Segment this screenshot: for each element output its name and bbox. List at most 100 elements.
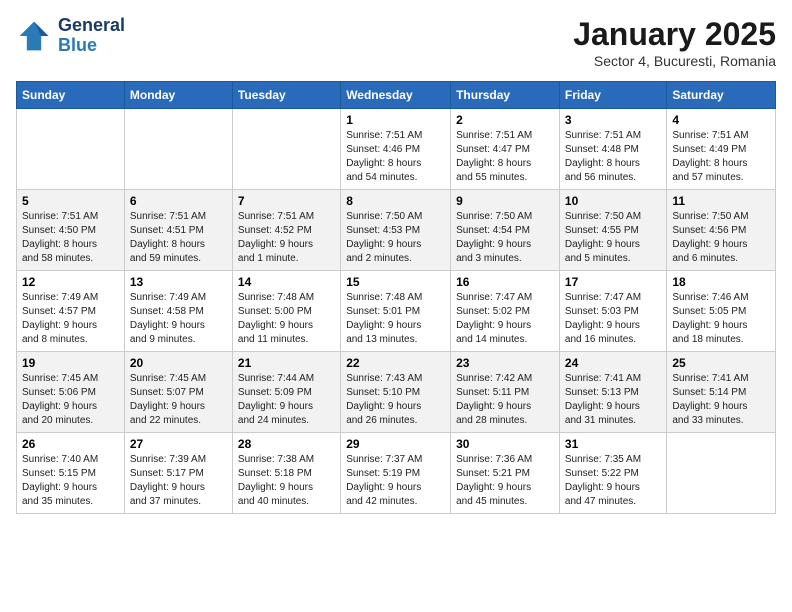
- day-number: 14: [238, 275, 335, 289]
- day-number: 16: [456, 275, 554, 289]
- day-number: 10: [565, 194, 661, 208]
- logo-text: General Blue: [58, 16, 125, 56]
- day-info: Sunrise: 7:42 AM Sunset: 5:11 PM Dayligh…: [456, 372, 554, 428]
- week-row-4: 19Sunrise: 7:45 AM Sunset: 5:06 PM Dayli…: [17, 352, 776, 433]
- calendar-cell: 19Sunrise: 7:45 AM Sunset: 5:06 PM Dayli…: [17, 352, 125, 433]
- day-number: 2: [456, 113, 554, 127]
- calendar-cell: 27 Sunrise: 7:39 AM Sunset: 5:17 PM Dayli…: [124, 433, 232, 514]
- day-number: 25: [672, 356, 770, 370]
- day-info: Sunrise: 7:35 AM Sunset: 5:22 PM Dayligh…: [565, 453, 661, 509]
- calendar-cell: 29 Sunrise: 7:37 AM Sunset: 5:19 PM Dayli…: [341, 433, 451, 514]
- calendar-cell: 5Sunrise: 7:51 AM Sunset: 4:50 PM Daylig…: [17, 190, 125, 271]
- calendar-cell: 3Sunrise: 7:51 AM Sunset: 4:48 PM Daylig…: [559, 109, 666, 190]
- day-info: Sunrise: 7:49 AM Sunset: 4:57 PM Dayligh…: [22, 291, 119, 347]
- calendar-cell: 18Sunrise: 7:46 AM Sunset: 5:05 PM Dayli…: [667, 271, 776, 352]
- day-number: 24: [565, 356, 661, 370]
- calendar-cell: [17, 109, 125, 190]
- weekday-header-sunday: Sunday: [17, 82, 125, 109]
- calendar-cell: 6 Sunrise: 7:51 AM Sunset: 4:51 PM Daylig…: [124, 190, 232, 271]
- calendar-cell: 20Sunrise: 7:45 AM Sunset: 5:07 PM Dayli…: [124, 352, 232, 433]
- day-info: Sunrise: 7:37 AM Sunset: 5:19 PM Dayligh…: [346, 453, 445, 509]
- day-number: 17: [565, 275, 661, 289]
- week-row-2: 5Sunrise: 7:51 AM Sunset: 4:50 PM Daylig…: [17, 190, 776, 271]
- day-number: 11: [672, 194, 770, 208]
- day-number: 23: [456, 356, 554, 370]
- week-row-1: 1 Sunrise: 7:51 AM Sunset: 4:46 PM Daylig…: [17, 109, 776, 190]
- calendar-cell: 1 Sunrise: 7:51 AM Sunset: 4:46 PM Daylig…: [341, 109, 451, 190]
- calendar-cell: 30 Sunrise: 7:36 AM Sunset: 5:21 PM Dayli…: [451, 433, 560, 514]
- day-info: Sunrise: 7:50 AM Sunset: 4:53 PM Dayligh…: [346, 210, 445, 266]
- logo-icon: [16, 18, 52, 54]
- calendar-cell: 2 Sunrise: 7:51 AM Sunset: 4:47 PM Daylig…: [451, 109, 560, 190]
- day-info: Sunrise: 7:50 AM Sunset: 4:56 PM Dayligh…: [672, 210, 770, 266]
- day-number: 22: [346, 356, 445, 370]
- day-number: 4: [672, 113, 770, 127]
- logo: General Blue: [16, 16, 125, 56]
- day-number: 27: [130, 437, 227, 451]
- day-number: 28: [238, 437, 335, 451]
- day-info: Sunrise: 7:41 AM Sunset: 5:14 PM Dayligh…: [672, 372, 770, 428]
- weekday-header-monday: Monday: [124, 82, 232, 109]
- calendar-cell: [124, 109, 232, 190]
- day-number: 7: [238, 194, 335, 208]
- day-number: 12: [22, 275, 119, 289]
- day-number: 19: [22, 356, 119, 370]
- calendar-cell: 21Sunrise: 7:44 AM Sunset: 5:09 PM Dayli…: [232, 352, 340, 433]
- calendar-cell: 25 Sunrise: 7:41 AM Sunset: 5:14 PM Dayli…: [667, 352, 776, 433]
- calendar-cell: [667, 433, 776, 514]
- weekday-header-saturday: Saturday: [667, 82, 776, 109]
- weekday-header-tuesday: Tuesday: [232, 82, 340, 109]
- day-info: Sunrise: 7:36 AM Sunset: 5:21 PM Dayligh…: [456, 453, 554, 509]
- day-info: Sunrise: 7:46 AM Sunset: 5:05 PM Dayligh…: [672, 291, 770, 347]
- calendar-cell: 4 Sunrise: 7:51 AM Sunset: 4:49 PM Daylig…: [667, 109, 776, 190]
- page-header: General Blue January 2025 Sector 4, Bucu…: [16, 16, 776, 69]
- calendar-cell: 10 Sunrise: 7:50 AM Sunset: 4:55 PM Dayli…: [559, 190, 666, 271]
- day-info: Sunrise: 7:51 AM Sunset: 4:51 PM Dayligh…: [130, 210, 227, 266]
- day-number: 20: [130, 356, 227, 370]
- calendar-cell: 13 Sunrise: 7:49 AM Sunset: 4:58 PM Dayli…: [124, 271, 232, 352]
- calendar-cell: 22 Sunrise: 7:43 AM Sunset: 5:10 PM Dayli…: [341, 352, 451, 433]
- calendar-cell: 8 Sunrise: 7:50 AM Sunset: 4:53 PM Daylig…: [341, 190, 451, 271]
- day-number: 13: [130, 275, 227, 289]
- title-block: January 2025 Sector 4, Bucuresti, Romani…: [573, 16, 776, 69]
- day-info: Sunrise: 7:50 AM Sunset: 4:55 PM Dayligh…: [565, 210, 661, 266]
- day-info: Sunrise: 7:51 AM Sunset: 4:47 PM Dayligh…: [456, 129, 554, 185]
- calendar-cell: 23 Sunrise: 7:42 AM Sunset: 5:11 PM Dayli…: [451, 352, 560, 433]
- week-row-3: 12 Sunrise: 7:49 AM Sunset: 4:57 PM Dayli…: [17, 271, 776, 352]
- calendar-cell: 17 Sunrise: 7:47 AM Sunset: 5:03 PM Dayli…: [559, 271, 666, 352]
- day-number: 15: [346, 275, 445, 289]
- calendar-cell: [232, 109, 340, 190]
- calendar-cell: 28Sunrise: 7:38 AM Sunset: 5:18 PM Dayli…: [232, 433, 340, 514]
- day-info: Sunrise: 7:47 AM Sunset: 5:02 PM Dayligh…: [456, 291, 554, 347]
- calendar-cell: 14 Sunrise: 7:48 AM Sunset: 5:00 PM Dayli…: [232, 271, 340, 352]
- day-number: 1: [346, 113, 445, 127]
- location: Sector 4, Bucuresti, Romania: [573, 53, 776, 69]
- day-info: Sunrise: 7:51 AM Sunset: 4:52 PM Dayligh…: [238, 210, 335, 266]
- day-info: Sunrise: 7:43 AM Sunset: 5:10 PM Dayligh…: [346, 372, 445, 428]
- day-number: 31: [565, 437, 661, 451]
- day-number: 9: [456, 194, 554, 208]
- day-info: Sunrise: 7:39 AM Sunset: 5:17 PM Dayligh…: [130, 453, 227, 509]
- weekday-header-row: SundayMondayTuesdayWednesdayThursdayFrid…: [17, 82, 776, 109]
- day-info: Sunrise: 7:48 AM Sunset: 5:01 PM Dayligh…: [346, 291, 445, 347]
- calendar-cell: 24 Sunrise: 7:41 AM Sunset: 5:13 PM Dayli…: [559, 352, 666, 433]
- day-info: Sunrise: 7:48 AM Sunset: 5:00 PM Dayligh…: [238, 291, 335, 347]
- day-number: 29: [346, 437, 445, 451]
- calendar-cell: 7 Sunrise: 7:51 AM Sunset: 4:52 PM Daylig…: [232, 190, 340, 271]
- calendar-cell: 12 Sunrise: 7:49 AM Sunset: 4:57 PM Dayli…: [17, 271, 125, 352]
- calendar-cell: 16 Sunrise: 7:47 AM Sunset: 5:02 PM Dayli…: [451, 271, 560, 352]
- day-info: Sunrise: 7:51 AM Sunset: 4:50 PM Dayligh…: [22, 210, 119, 266]
- day-info: Sunrise: 7:51 AM Sunset: 4:49 PM Dayligh…: [672, 129, 770, 185]
- day-number: 8: [346, 194, 445, 208]
- day-info: Sunrise: 7:47 AM Sunset: 5:03 PM Dayligh…: [565, 291, 661, 347]
- day-number: 21: [238, 356, 335, 370]
- day-number: 26: [22, 437, 119, 451]
- week-row-5: 26Sunrise: 7:40 AM Sunset: 5:15 PM Dayli…: [17, 433, 776, 514]
- day-number: 6: [130, 194, 227, 208]
- calendar-cell: 9Sunrise: 7:50 AM Sunset: 4:54 PM Daylig…: [451, 190, 560, 271]
- day-info: Sunrise: 7:51 AM Sunset: 4:46 PM Dayligh…: [346, 129, 445, 185]
- day-info: Sunrise: 7:41 AM Sunset: 5:13 PM Dayligh…: [565, 372, 661, 428]
- day-number: 30: [456, 437, 554, 451]
- day-info: Sunrise: 7:49 AM Sunset: 4:58 PM Dayligh…: [130, 291, 227, 347]
- weekday-header-friday: Friday: [559, 82, 666, 109]
